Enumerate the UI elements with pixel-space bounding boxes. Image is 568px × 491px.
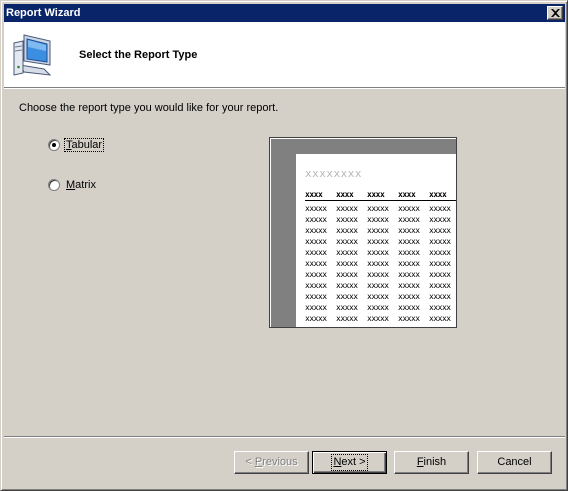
preview-cell: xxxxx <box>305 259 327 268</box>
preview-cell: xxxxx <box>429 248 451 257</box>
preview-cell: xxxxx <box>367 292 389 301</box>
preview-row: xxxxx xxxxx xxxxx xxxxx xxxxx <box>305 236 456 247</box>
title-bar[interactable]: Report Wizard <box>4 4 565 22</box>
preview-cell: xxxxx <box>336 259 358 268</box>
preview-cell: xxxxx <box>398 204 420 213</box>
preview-cell: xxxxx <box>398 215 420 224</box>
preview-row: xxxxx xxxxx xxxxx xxxxx xxxxx <box>305 302 456 313</box>
preview-row: xxxxx xxxxx xxxxx xxxxx xxxxx <box>305 269 456 280</box>
preview-cell: xxxxx <box>367 237 389 246</box>
radio-button-matrix[interactable] <box>48 179 60 191</box>
preview-header-cell: xxxx <box>429 190 456 201</box>
preview-row: xxxxx xxxxx xxxxx xxxxx xxxxx <box>305 203 456 214</box>
preview-cell: xxxxx <box>398 292 420 301</box>
preview-cell: xxxxx <box>429 292 451 301</box>
page-title: Select the Report Type <box>79 49 198 61</box>
window-title: Report Wizard <box>6 7 81 19</box>
preview-cell: xxxxx <box>336 281 358 290</box>
preview-cell: xxxxx <box>336 314 358 323</box>
preview-header-cell: xxxx <box>336 190 367 201</box>
preview-cell: xxxxx <box>336 215 358 224</box>
next-button-label: Next > <box>331 454 368 471</box>
radio-label-tabular[interactable]: Tabular <box>63 138 105 152</box>
preview-cell: xxxxx <box>305 270 327 279</box>
preview-cell: xxxxx <box>336 270 358 279</box>
preview-cell: xxxxx <box>336 248 358 257</box>
preview-grid: xxxx xxxx xxxx xxxx xxxx xxxxx xxxxx xxxxx xxxxx… <box>305 190 456 324</box>
wizard-header: Select the Report Type <box>4 22 565 89</box>
preview-cell: xxxxx <box>305 281 327 290</box>
preview-cell: xxxxx <box>367 281 389 290</box>
preview-header-cell: xxxx <box>305 190 336 201</box>
finish-button[interactable]: Finish <box>394 451 469 474</box>
preview-cell: xxxxx <box>429 259 451 268</box>
preview-cell: xxxxx <box>398 248 420 257</box>
preview-cell: xxxxx <box>398 281 420 290</box>
preview-header-cell: xxxx <box>367 190 398 201</box>
preview-row: xxxxx xxxxx xxxxx xxxxx xxxxx <box>305 291 456 302</box>
close-button[interactable] <box>547 6 563 20</box>
preview-cell: xxxxx <box>429 303 451 312</box>
preview-cell: xxxxx <box>336 237 358 246</box>
preview-title: xxxxxxxx <box>305 167 362 180</box>
preview-cell: xxxxx <box>367 303 389 312</box>
preview-row: xxxxx xxxxx xxxxx xxxxx xxxxx <box>305 313 456 324</box>
preview-row: xxxxx xxxxx xxxxx xxxxx xxxxx <box>305 214 456 225</box>
preview-row: xxxxx xxxxx xxxxx xxxxx xxxxx <box>305 225 456 236</box>
preview-cell: xxxxx <box>336 292 358 301</box>
preview-cell: xxxxx <box>336 303 358 312</box>
preview-cell: xxxxx <box>305 226 327 235</box>
radio-button-tabular[interactable] <box>48 139 60 151</box>
footer-separator <box>4 436 565 438</box>
preview-cell: xxxxx <box>367 248 389 257</box>
preview-row: xxxxx xxxxx xxxxx xxxxx xxxxx <box>305 247 456 258</box>
preview-cell: xxxxx <box>429 204 451 213</box>
preview-cell: xxxxx <box>398 237 420 246</box>
preview-cell: xxxxx <box>305 204 327 213</box>
preview-cell: xxxxx <box>336 226 358 235</box>
preview-cell: xxxxx <box>367 314 389 323</box>
preview-cell: xxxxx <box>305 248 327 257</box>
preview-row: xxxxx xxxxx xxxxx xxxxx xxxxx <box>305 258 456 269</box>
instructions-text: Choose the report type you would like fo… <box>19 102 279 114</box>
preview-cell: xxxxx <box>398 270 420 279</box>
report-preview-image: xxxxxxxx xxxx xxxx xxxx xxxx xxxx xxxxx xxxxx x… <box>269 137 457 328</box>
preview-cell: xxxxx <box>367 204 389 213</box>
close-icon <box>551 9 560 17</box>
preview-cell: xxxxx <box>429 281 451 290</box>
preview-header-cell: xxxx <box>398 190 429 201</box>
preview-cell: xxxxx <box>398 226 420 235</box>
preview-cell: xxxxx <box>429 314 451 323</box>
preview-cell: xxxxx <box>398 314 420 323</box>
preview-cell: xxxxx <box>336 204 358 213</box>
preview-cell: xxxxx <box>305 292 327 301</box>
previous-button[interactable]: < Previous <box>234 451 309 474</box>
preview-cell: xxxxx <box>367 226 389 235</box>
preview-cell: xxxxx <box>305 237 327 246</box>
preview-cell: xxxxx <box>429 215 451 224</box>
preview-cell: xxxxx <box>429 237 451 246</box>
report-wizard-window: Report Wizard Select the Report Type Cho… <box>0 0 568 491</box>
preview-sheet: xxxxxxxx xxxx xxxx xxxx xxxx xxxx xxxxx xxxxx x… <box>296 154 456 327</box>
next-button[interactable]: Next > <box>312 451 387 474</box>
preview-cell: xxxxx <box>367 270 389 279</box>
preview-cell: xxxxx <box>305 314 327 323</box>
preview-cell: xxxxx <box>367 259 389 268</box>
preview-cell: xxxxx <box>429 270 451 279</box>
preview-row: xxxxx xxxxx xxxxx xxxxx xxxxx <box>305 280 456 291</box>
radio-label-matrix[interactable]: Matrix <box>66 179 96 191</box>
preview-header-row: xxxx xxxx xxxx xxxx xxxx <box>305 190 456 201</box>
preview-cell: xxxxx <box>398 303 420 312</box>
preview-cell: xxxxx <box>367 215 389 224</box>
cancel-button[interactable]: Cancel <box>477 451 552 474</box>
preview-cell: xxxxx <box>398 259 420 268</box>
preview-cell: xxxxx <box>305 215 327 224</box>
preview-cell: xxxxx <box>429 226 451 235</box>
wizard-computer-icon <box>13 34 52 76</box>
preview-cell: xxxxx <box>305 303 327 312</box>
